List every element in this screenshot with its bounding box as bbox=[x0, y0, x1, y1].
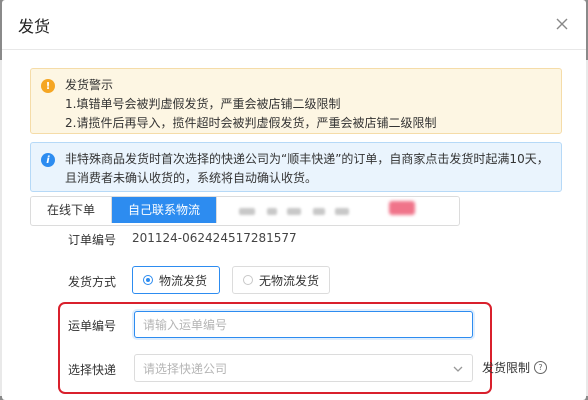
shipping-limit-link[interactable]: 发货限制 ? bbox=[482, 359, 548, 376]
dialog-header: 发货 bbox=[2, 0, 586, 50]
radio-unchecked-icon bbox=[243, 275, 253, 285]
ship-method-no-logistics[interactable]: 无物流发货 bbox=[232, 266, 330, 294]
tracking-label: 运单编号 bbox=[68, 319, 117, 333]
warning-line-1: 1.填错单号会被判虚假发货，严重会被店铺二级限制 bbox=[65, 97, 341, 111]
warning-icon: ! bbox=[41, 79, 55, 93]
tab-self-logistics[interactable]: 自己联系物流 bbox=[111, 197, 217, 223]
help-icon[interactable]: ? bbox=[534, 361, 548, 374]
auto-confirm-info-alert: i 非特殊商品发货时首次选择的快递公司为“顺丰快递”的订单，自商家点击发货时起满… bbox=[30, 142, 562, 192]
shipping-warning-alert: ! 发货警示 1.填错单号会被判虚假发货，严重会被店铺二级限制 2.请揽件后再导… bbox=[30, 68, 562, 134]
radio-checked-icon bbox=[143, 275, 153, 285]
close-icon bbox=[556, 18, 568, 30]
warning-line-2: 2.请揽件后再导入，揽件超时会被判虚假发货，严重会被店铺二级限制 bbox=[65, 116, 437, 130]
redacted-tab bbox=[216, 197, 460, 223]
order-no-label: 订单编号 bbox=[68, 233, 117, 247]
info-line-1: 非特殊商品发货时首次选择的快递公司为“顺丰快递”的订单，自商家点击发货时起满10… bbox=[65, 152, 549, 166]
ship-dialog: 发货 ! 发货警示 1.填错单号会被判虚假发货，严重会被店铺二级限制 2.请揽件… bbox=[2, 0, 586, 400]
chevron-down-icon bbox=[453, 366, 463, 372]
ship-method-logistics-label: 物流发货 bbox=[159, 273, 208, 288]
info-line-2: 且消费者未确认收货的，系统将自动确认收货。 bbox=[65, 171, 318, 185]
dialog-title: 发货 bbox=[18, 16, 51, 36]
courier-select[interactable]: 请选择快递公司 bbox=[134, 354, 473, 382]
ship-method-no-logistics-label: 无物流发货 bbox=[259, 273, 320, 288]
tracking-number-input[interactable] bbox=[134, 311, 473, 338]
shipping-limit-label: 发货限制 bbox=[482, 361, 531, 375]
ship-method-label: 发货方式 bbox=[68, 275, 117, 289]
warning-title: 发货警示 bbox=[65, 78, 114, 92]
courier-select-placeholder: 请选择快递公司 bbox=[143, 361, 228, 376]
courier-label: 选择快递 bbox=[68, 363, 117, 377]
shipping-tabs: 在线下单 自己联系物流 bbox=[30, 196, 461, 226]
info-icon: i bbox=[41, 153, 55, 167]
tab-online-order[interactable]: 在线下单 bbox=[31, 197, 112, 223]
close-button[interactable] bbox=[552, 14, 572, 34]
ship-method-logistics[interactable]: 物流发货 bbox=[132, 266, 220, 294]
order-no-value: 201124-062424517281577 bbox=[132, 231, 297, 245]
